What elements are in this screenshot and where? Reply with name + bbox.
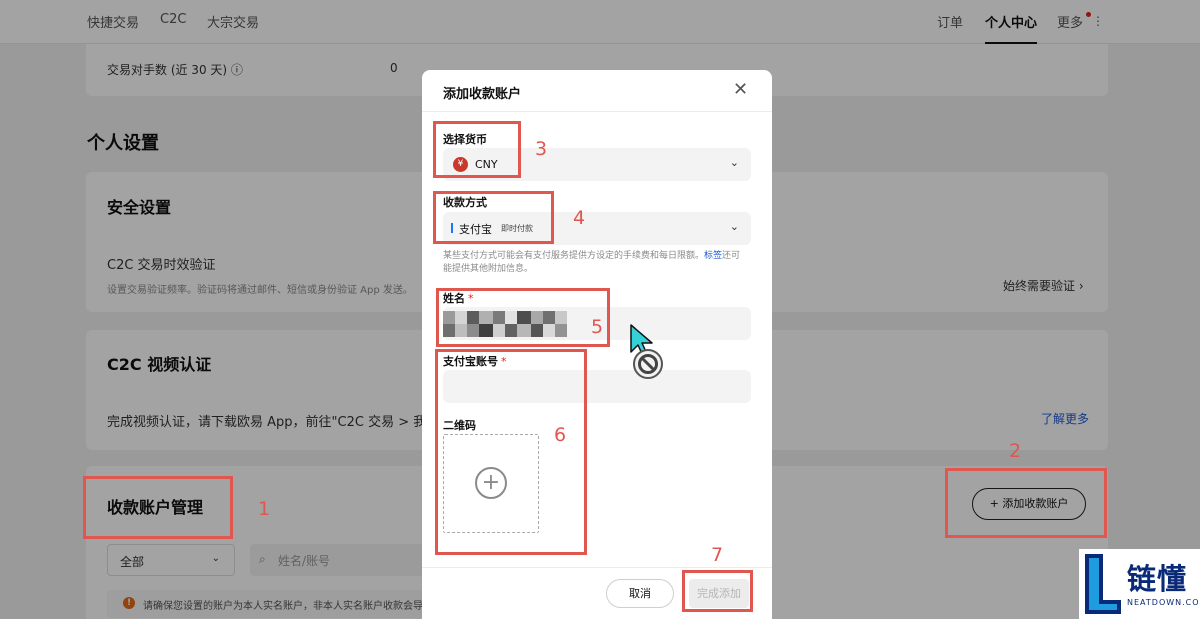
annotation-number-5: 5: [591, 316, 604, 338]
annotation-number-2: 2: [1009, 440, 1022, 462]
logo-english-text: NEATDOWN.COM: [1127, 598, 1200, 607]
annotation-box-3: [433, 121, 521, 178]
close-icon[interactable]: ✕: [733, 79, 748, 100]
cursor-not-allowed-icon: [630, 324, 663, 379]
dialog-title: 添加收款账户: [443, 87, 522, 102]
annotation-box-7: [682, 570, 753, 612]
annotation-box-4: [433, 191, 554, 244]
payment-method-helper: 某些支付方式可能会有支付服务提供方设定的手续费和每日限额。标签还可能提供其他附加…: [443, 251, 741, 274]
annotation-number-1: 1: [258, 498, 271, 520]
annotation-box-1: [83, 476, 233, 539]
annotation-box-5: [436, 288, 610, 347]
logo-chinese-text: 链懂: [1127, 562, 1188, 596]
tag-link[interactable]: 标签: [704, 251, 722, 261]
cancel-button[interactable]: 取消: [606, 579, 674, 608]
annotation-box-6: [435, 349, 587, 555]
neatdown-logo: 链懂 NEATDOWN.COM: [1079, 549, 1200, 619]
chevron-down-icon: ⌄: [729, 156, 739, 169]
annotation-number-3: 3: [535, 138, 548, 160]
annotation-number-6: 6: [554, 424, 567, 446]
annotation-box-2: [945, 468, 1107, 538]
chevron-down-icon: ⌄: [729, 220, 739, 233]
dialog-header: 添加收款账户 ✕: [422, 70, 772, 112]
logo-l-mark: [1085, 554, 1121, 614]
annotation-number-4: 4: [573, 207, 586, 229]
annotation-number-7: 7: [711, 544, 724, 566]
